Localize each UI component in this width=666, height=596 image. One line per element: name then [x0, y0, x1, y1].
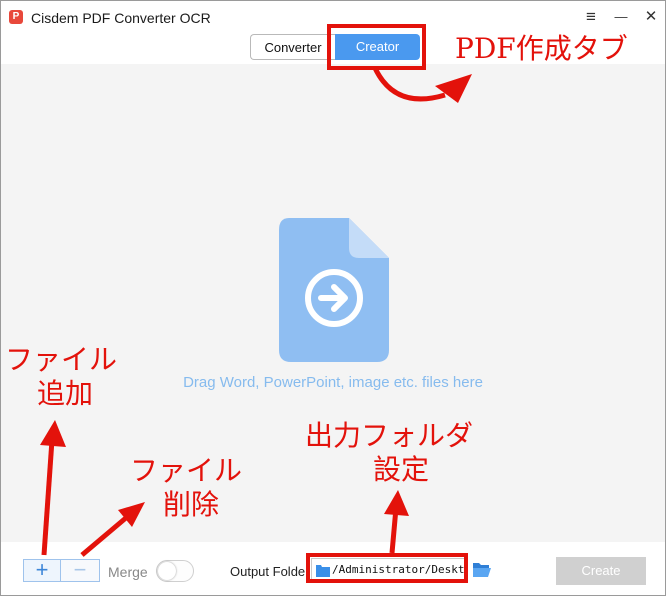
merge-label: Merge [108, 564, 148, 580]
merge-toggle[interactable] [156, 560, 194, 582]
add-file-button[interactable]: + [23, 559, 61, 582]
close-icon[interactable]: ✕ [639, 5, 663, 29]
menu-icon[interactable]: ≡ [579, 5, 603, 29]
output-folder-label: Output Folder [230, 564, 310, 579]
output-folder-path: /Administrator/Desktop [332, 563, 466, 576]
tab-creator[interactable]: Creator [335, 34, 420, 60]
window-title: Cisdem PDF Converter OCR [31, 10, 211, 26]
merge-toggle-knob [158, 562, 176, 580]
drop-zone[interactable]: Drag Word, PowerPoint, image etc. files … [1, 64, 665, 542]
minimize-icon[interactable]: — [609, 5, 633, 29]
remove-file-button[interactable]: − [61, 559, 100, 582]
open-folder-icon[interactable] [472, 560, 492, 578]
drop-hint-text: Drag Word, PowerPoint, image etc. files … [183, 374, 483, 391]
create-button[interactable]: Create [556, 557, 646, 585]
app-logo-icon: P [9, 10, 23, 24]
title-bar: P Cisdem PDF Converter OCR ≡ — ✕ [1, 1, 665, 34]
folder-icon [316, 565, 330, 577]
app-window: P Cisdem PDF Converter OCR ≡ — ✕ Convert… [0, 0, 666, 596]
tab-converter[interactable]: Converter [250, 34, 335, 60]
file-arrow-icon [279, 218, 389, 362]
bottom-toolbar: + − Merge Output Folder /Administrator/D… [1, 542, 665, 595]
output-folder-field[interactable]: /Administrator/Desktop [311, 558, 466, 582]
mode-tabs: Converter Creator [1, 34, 665, 62]
